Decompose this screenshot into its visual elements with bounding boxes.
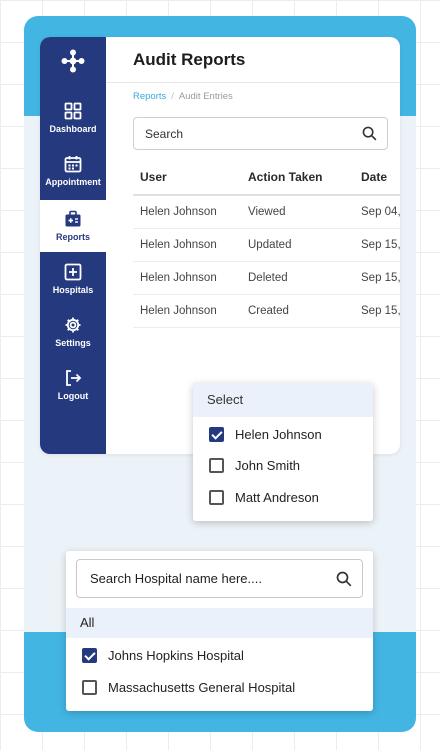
cell-date: Sep 15, <box>361 305 400 317</box>
hospital-option-massachusetts-general[interactable]: Massachusetts General Hospital <box>82 678 295 696</box>
column-header-date[interactable]: Date <box>361 160 387 194</box>
gear-icon <box>65 317 81 333</box>
checkbox-checked[interactable] <box>82 647 97 663</box>
cell-user: Helen Johnson <box>140 272 217 284</box>
breadcrumb-current: Audit Entries <box>178 91 233 102</box>
checkbox[interactable] <box>82 679 97 695</box>
dropdown-header: Select <box>193 383 373 417</box>
cell-date: Sep 04, <box>361 206 400 218</box>
user-option-matt-andreson[interactable]: Matt Andreson <box>209 488 319 506</box>
user-option-helen-johnson[interactable]: Helen Johnson <box>209 425 322 443</box>
divider <box>106 82 400 83</box>
option-label: Johns Hopkins Hospital <box>108 647 244 663</box>
hospital-search-field <box>76 559 363 598</box>
breadcrumb-separator: / <box>171 91 174 102</box>
option-label: Matt Andreson <box>235 489 319 505</box>
calendar-icon <box>64 156 82 173</box>
option-label: Helen Johnson <box>235 426 322 442</box>
search-input[interactable] <box>134 118 354 149</box>
sidebar-item-dashboard[interactable]: Dashboard <box>40 92 106 144</box>
table-row[interactable]: Helen Johnson Deleted Sep 15, <box>133 262 400 295</box>
cell-user: Helen Johnson <box>140 239 217 251</box>
sidebar-item-label: Reports <box>55 232 90 242</box>
cell-action: Deleted <box>248 272 288 284</box>
sidebar-item-label: Logout <box>57 391 89 401</box>
search-icon[interactable] <box>336 571 352 587</box>
dashboard-icon <box>64 102 82 120</box>
app-logo-icon <box>61 49 85 73</box>
cell-action: Updated <box>248 239 292 251</box>
hospital-filter-dropdown: All Johns Hopkins Hospital Massachusetts… <box>66 551 373 711</box>
search-field <box>133 117 388 150</box>
sidebar-item-label: Appointment <box>45 177 101 187</box>
cell-date: Sep 15, <box>361 239 400 251</box>
sidebar-item-label: Dashboard <box>49 124 97 134</box>
option-label: John Smith <box>235 457 301 473</box>
table-header: User Action Taken Date <box>133 160 400 196</box>
hospital-icon <box>64 263 82 281</box>
breadcrumb: Reports / Audit Entries <box>133 91 233 102</box>
cell-user: Helen Johnson <box>140 206 217 218</box>
checkbox-checked[interactable] <box>209 426 224 442</box>
sidebar-item-reports[interactable]: Reports <box>40 200 106 252</box>
breadcrumb-link-reports[interactable]: Reports <box>133 91 166 102</box>
table-row[interactable]: Helen Johnson Updated Sep 15, <box>133 229 400 262</box>
sidebar-item-logout[interactable]: Logout <box>40 359 106 411</box>
cell-user: Helen Johnson <box>140 305 217 317</box>
column-header-action[interactable]: Action Taken <box>248 160 322 194</box>
user-option-john-smith[interactable]: John Smith <box>209 456 300 474</box>
cell-action: Created <box>248 305 289 317</box>
hospital-search-input[interactable] <box>77 560 327 597</box>
page-title: Audit Reports <box>133 50 246 69</box>
audit-table: User Action Taken Date Helen Johnson Vie… <box>133 160 400 328</box>
column-header-user[interactable]: User <box>140 160 167 194</box>
reports-icon <box>65 210 81 227</box>
table-row[interactable]: Helen Johnson Created Sep 15, <box>133 295 400 328</box>
cell-date: Sep 15, <box>361 272 400 284</box>
hospital-option-johns-hopkins[interactable]: Johns Hopkins Hospital <box>82 646 244 664</box>
sidebar-item-label: Settings <box>55 338 91 348</box>
sidebar-item-hospitals[interactable]: Hospitals <box>40 253 106 305</box>
checkbox[interactable] <box>209 489 224 505</box>
checkbox[interactable] <box>209 457 224 473</box>
cell-action: Viewed <box>248 206 286 218</box>
table-row[interactable]: Helen Johnson Viewed Sep 04, <box>133 196 400 229</box>
sidebar-item-label: Hospitals <box>52 285 94 295</box>
sidebar: Dashboard Appointment Reports Hospitals … <box>40 37 106 454</box>
sidebar-item-settings[interactable]: Settings <box>40 306 106 358</box>
search-icon[interactable] <box>362 126 377 141</box>
hospital-option-all[interactable]: All <box>66 608 373 638</box>
option-label: Massachusetts General Hospital <box>108 679 296 695</box>
sidebar-item-appointment[interactable]: Appointment <box>40 145 106 197</box>
user-filter-dropdown: Select Helen Johnson John Smith Matt And… <box>193 383 373 521</box>
logout-icon <box>66 370 82 386</box>
